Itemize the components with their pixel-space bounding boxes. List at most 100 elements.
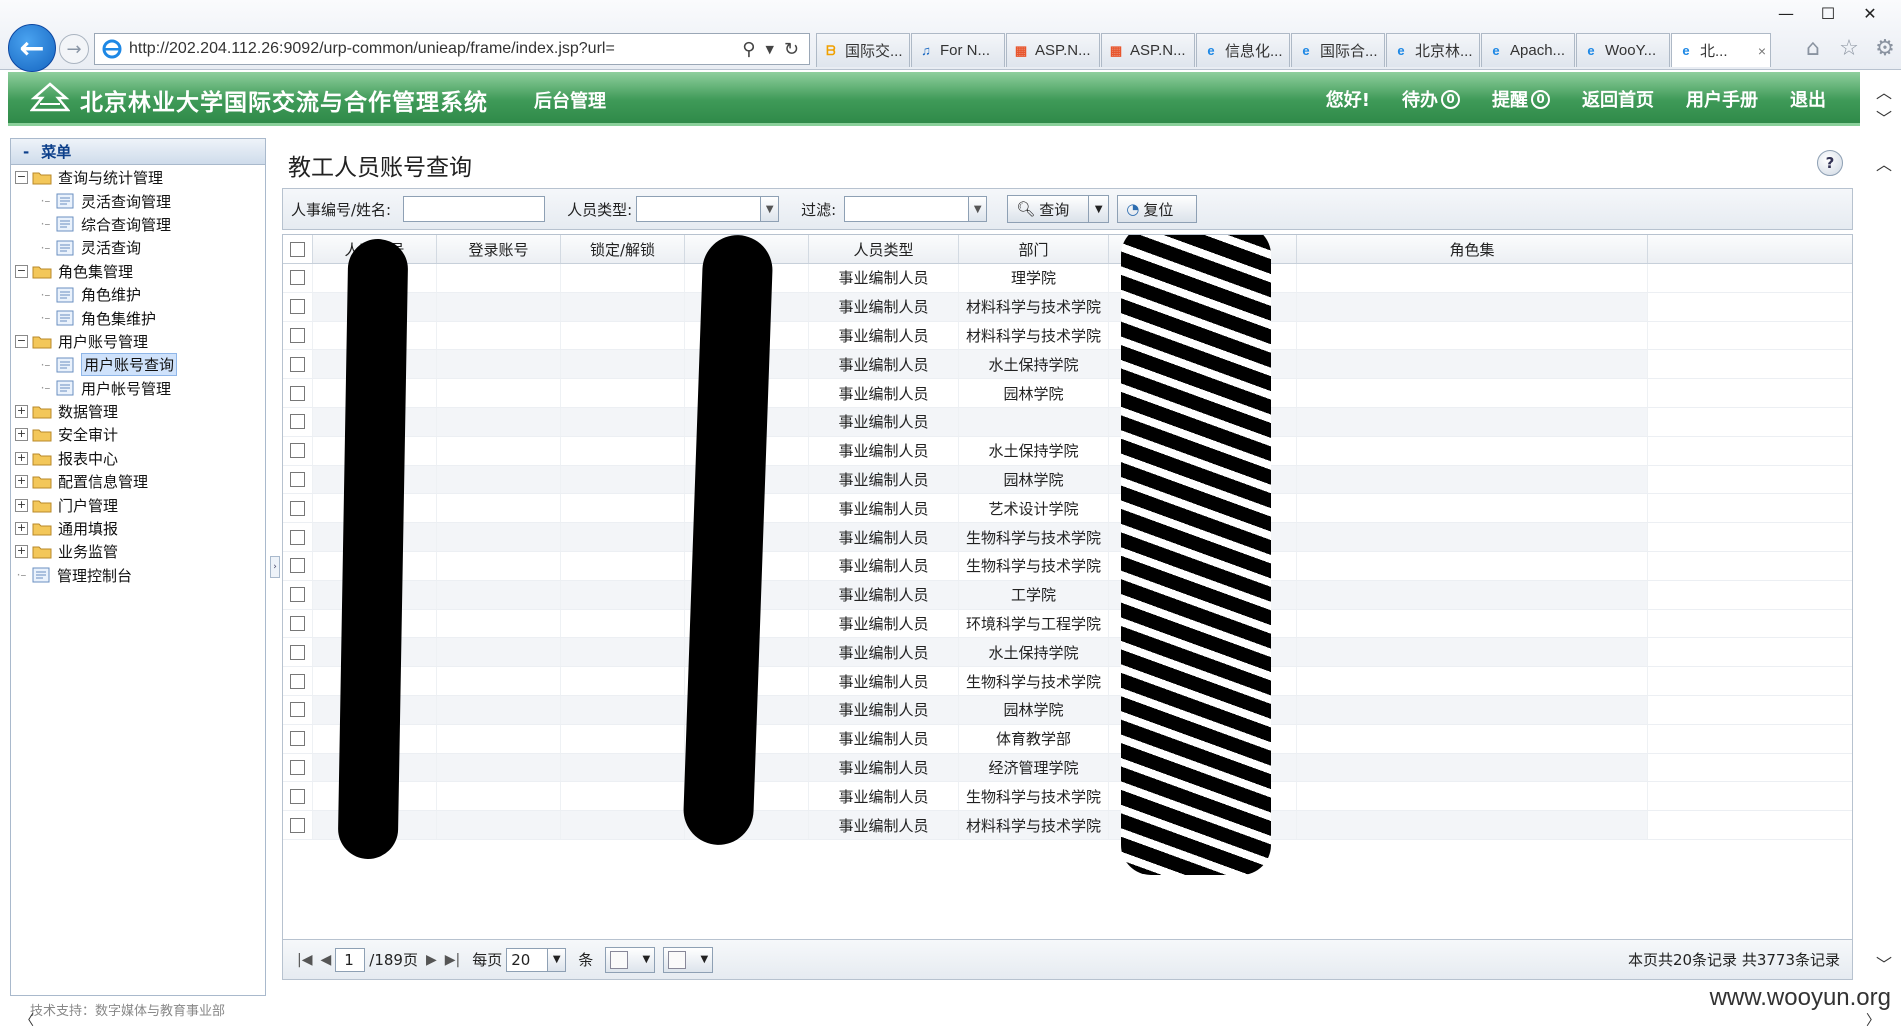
scroll-left-icon[interactable]: 〈 <box>20 1010 34 1029</box>
sidebar-item[interactable]: ·– 灵活查询管理 <box>11 189 265 212</box>
scroll-right-icon[interactable]: 〉 <box>1866 1010 1880 1029</box>
column-header[interactable]: 人员类型 <box>809 235 959 263</box>
sidebar-item[interactable]: + 报表中心 <box>11 447 265 470</box>
browser-tab[interactable]: e 信息化... <box>1196 33 1290 67</box>
expand-toggle-icon[interactable]: + <box>15 428 28 442</box>
reset-button[interactable]: ◔ 复位 <box>1117 195 1198 223</box>
row-checkbox[interactable] <box>290 385 305 401</box>
first-page-icon[interactable]: |◀ <box>297 952 312 968</box>
sidebar-item[interactable]: + 安全审计 <box>11 423 265 446</box>
collapse-toggle-icon[interactable]: − <box>15 334 28 348</box>
row-checkbox-cell[interactable] <box>283 465 313 494</box>
row-checkbox[interactable] <box>290 299 305 315</box>
collapse-toggle-icon[interactable]: − <box>15 264 28 278</box>
row-checkbox[interactable] <box>290 327 305 343</box>
export-report-button[interactable]: ▼ <box>663 946 714 973</box>
row-checkbox[interactable] <box>290 788 305 804</box>
dropdown-icon[interactable]: ▼ <box>765 43 773 56</box>
sidebar-item[interactable]: + 门户管理 <box>11 493 265 516</box>
row-checkbox-cell[interactable] <box>283 695 313 724</box>
chevron-down-icon[interactable]: ▼ <box>547 948 566 971</box>
table-row[interactable]: 事业编制人员 生物科学与技术学院 <box>283 667 1852 696</box>
row-checkbox-cell[interactable] <box>283 379 313 407</box>
table-row[interactable]: 事业编制人员 生物科学与技术学院 <box>283 551 1852 581</box>
table-row[interactable]: 事业编制人员 经济管理学院 <box>283 753 1852 783</box>
sidebar-item[interactable]: − 查询与统计管理 <box>11 166 265 189</box>
table-row[interactable]: 事业编制人员 材料科学与技术学院 <box>283 321 1852 351</box>
row-checkbox[interactable] <box>290 759 305 775</box>
row-checkbox[interactable] <box>290 644 305 660</box>
favorites-star-icon[interactable]: ☆ <box>1835 34 1863 62</box>
table-row[interactable]: 事业编制人员 园林学院 <box>283 379 1852 408</box>
address-bar[interactable]: http://202.204.112.26:9092/urp-common/un… <box>94 33 810 65</box>
expand-toggle-icon[interactable]: + <box>15 522 28 536</box>
sidebar-item[interactable]: ·– 角色维护 <box>11 283 265 306</box>
table-row[interactable]: 事业编制人员 <box>283 407 1852 437</box>
sidebar-item[interactable]: ·– 灵活查询 <box>11 236 265 259</box>
browser-tab[interactable]: e WooY... <box>1576 33 1670 67</box>
browser-tab[interactable]: e 北京林... <box>1386 33 1480 67</box>
help-icon[interactable]: ? <box>1817 150 1843 176</box>
row-checkbox[interactable] <box>290 587 305 603</box>
table-row[interactable]: 事业编制人员 水土保持学院 <box>283 350 1852 380</box>
browser-tab[interactable]: ᗷ 国际交... <box>816 33 910 67</box>
row-checkbox-cell[interactable] <box>283 321 313 350</box>
row-checkbox-cell[interactable] <box>283 638 313 667</box>
browser-tab[interactable]: e Apach... <box>1481 33 1575 67</box>
maximize-icon[interactable]: ☐ <box>1807 0 1849 26</box>
header-link[interactable]: 返回首页 <box>1582 86 1654 112</box>
page-number-input[interactable]: 1 <box>335 947 366 972</box>
chevron-down-icon[interactable]: ▼ <box>760 197 779 221</box>
row-checkbox-cell[interactable] <box>283 753 313 782</box>
table-row[interactable]: 事业编制人员 生物科学与技术学院 <box>283 782 1852 812</box>
row-checkbox-cell[interactable] <box>283 523 313 551</box>
row-checkbox[interactable] <box>290 443 305 459</box>
collapse-toggle-icon[interactable]: − <box>15 171 28 185</box>
header-link[interactable]: 您好! <box>1326 86 1370 112</box>
table-row[interactable]: 事业编制人员 环境科学与工程学院 <box>283 609 1852 639</box>
export-excel-button[interactable]: ▼ <box>605 946 656 973</box>
prev-page-icon[interactable]: ◀ <box>320 952 331 968</box>
expand-toggle-icon[interactable]: + <box>15 475 28 489</box>
filter-select[interactable]: ▼ <box>844 196 988 222</box>
row-checkbox[interactable] <box>290 414 305 430</box>
refresh-icon[interactable]: ↻ <box>784 39 799 60</box>
browser-tab[interactable]: ▦ ASP.N... <box>1101 33 1195 67</box>
row-checkbox-cell[interactable] <box>283 350 313 379</box>
row-checkbox[interactable] <box>290 529 305 545</box>
search-icon[interactable]: ⚲ <box>742 39 755 60</box>
row-checkbox[interactable] <box>290 270 305 286</box>
back-button[interactable]: ← <box>8 24 56 72</box>
per-page-select[interactable]: 20 ▼ <box>506 947 567 972</box>
expand-toggle-icon[interactable]: + <box>15 498 28 512</box>
row-checkbox[interactable] <box>290 673 305 689</box>
sidebar-item[interactable]: ·– 角色集维护 <box>11 306 265 329</box>
row-checkbox-cell[interactable] <box>283 436 313 465</box>
row-checkbox[interactable] <box>290 702 305 718</box>
sidebar-item[interactable]: ·– 管理控制台 <box>11 564 265 587</box>
table-row[interactable]: 事业编制人员 水土保持学院 <box>283 638 1852 668</box>
row-checkbox-cell[interactable] <box>283 264 313 292</box>
sidebar-item[interactable]: + 通用填报 <box>11 517 265 540</box>
expand-toggle-icon[interactable]: + <box>15 405 28 419</box>
row-checkbox[interactable] <box>290 471 305 487</box>
url-text[interactable]: http://202.204.112.26:9092/urp-common/un… <box>129 40 742 58</box>
table-row[interactable]: 事业编制人员材料科学与技术学院110 <box>283 292 1852 322</box>
close-icon[interactable]: ✕ <box>1849 0 1891 26</box>
browser-tab[interactable]: ♫ For N... <box>911 33 1005 67</box>
column-header[interactable]: 锁定/解锁 <box>561 235 685 263</box>
row-checkbox-cell[interactable] <box>283 782 313 811</box>
sidebar-item[interactable]: + 数据管理 <box>11 400 265 423</box>
table-row[interactable]: 事业编制人员 工学院 <box>283 580 1852 610</box>
header-link[interactable]: 用户手册 <box>1686 86 1758 112</box>
table-row[interactable]: 事业编制人员 园林学院 <box>283 465 1852 495</box>
forward-button[interactable]: → <box>59 34 89 64</box>
row-checkbox-cell[interactable] <box>283 551 313 580</box>
column-header[interactable]: 角色集 <box>1297 235 1648 263</box>
row-checkbox-cell[interactable] <box>283 580 313 609</box>
chevron-down-icon[interactable]: ▼ <box>968 197 987 221</box>
column-header[interactable]: 部门 <box>959 235 1109 263</box>
sidebar-item[interactable]: + 业务监管 <box>11 540 265 563</box>
menu-header[interactable]: - 菜单 <box>11 139 265 165</box>
table-row[interactable]: 事业编制人员 艺术设计学院 <box>283 494 1852 524</box>
